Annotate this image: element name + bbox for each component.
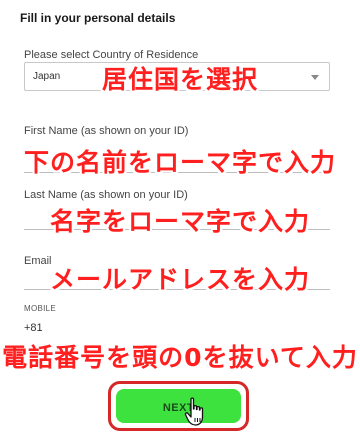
- last-name-input[interactable]: [24, 208, 330, 228]
- first-name-label: First Name (as shown on your ID): [24, 125, 189, 137]
- country-label: Please select Country of Residence: [24, 49, 199, 61]
- first-name-underline: [24, 172, 330, 173]
- chevron-down-icon: [311, 75, 319, 80]
- next-button-highlight: NEXT: [108, 381, 249, 431]
- page-title: Fill in your personal details: [20, 11, 176, 25]
- mobile-annotation: 電話番号を頭の0を抜いて入力: [2, 343, 358, 372]
- email-input[interactable]: [24, 268, 330, 288]
- email-underline: [24, 289, 330, 290]
- last-name-label: Last Name (as shown on your ID): [24, 189, 188, 201]
- hand-pointer-icon: [184, 397, 204, 426]
- email-label: Email: [24, 255, 52, 267]
- mobile-country-code[interactable]: +81: [24, 322, 43, 334]
- country-select[interactable]: Japan: [24, 62, 330, 91]
- first-name-input[interactable]: [24, 150, 330, 170]
- mobile-label: MOBILE: [24, 304, 57, 313]
- mobile-input[interactable]: [50, 320, 330, 340]
- last-name-underline: [24, 229, 330, 230]
- country-select-value: Japan: [33, 71, 61, 82]
- next-button[interactable]: NEXT: [116, 389, 241, 423]
